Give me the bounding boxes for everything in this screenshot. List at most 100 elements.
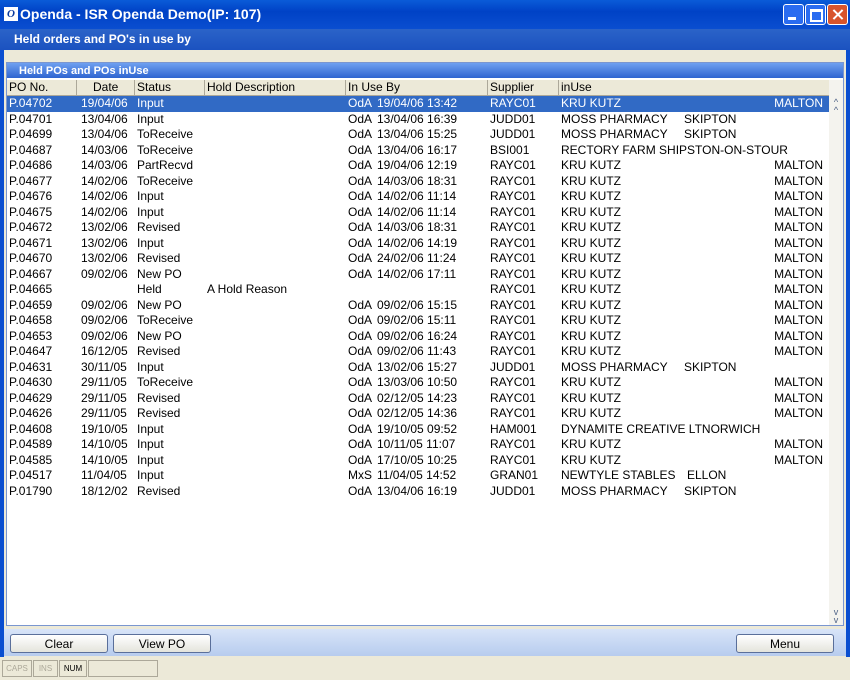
supplier-name-cell: KRU KUTZ bbox=[561, 220, 621, 234]
po-number-cell: P.04675 bbox=[9, 204, 53, 219]
supplier-town-cell: MALTON bbox=[774, 204, 823, 219]
column-header-in-use-by[interactable]: In Use By bbox=[346, 80, 488, 95]
status-cell: Input bbox=[137, 359, 164, 374]
table-row[interactable]: P.04677 14/02/06 ToReceive OdA 14/03/06 18:3… bbox=[7, 174, 829, 190]
table-row[interactable]: P.04589 14/10/05 Input OdA 10/11/05 11:07 RAY… bbox=[7, 437, 829, 453]
supplier-name-cell: RECTORY FARM SHIPSTON-ON-STOUR bbox=[561, 142, 788, 157]
column-header-hold-description[interactable]: Hold Description bbox=[205, 80, 346, 95]
supplier-name-cell: KRU KUTZ bbox=[561, 390, 621, 405]
in-use-time-cell: 14/02/06 11:14 bbox=[377, 189, 457, 203]
table-row[interactable]: P.04670 13/02/06 Revised OdA 24/02/06 11:24 R… bbox=[7, 251, 829, 267]
status-cell: New PO bbox=[137, 266, 182, 281]
supplier-name-cell: MOSS PHARMACY bbox=[561, 359, 668, 374]
date-cell: 13/04/06 bbox=[81, 111, 128, 126]
in-use-time-cell: 09/02/06 11:43 bbox=[377, 344, 457, 358]
table-row[interactable]: P.04672 13/02/06 Revised OdA 14/03/06 18:31 R… bbox=[7, 220, 829, 236]
supplier-town-cell: MALTON bbox=[774, 452, 823, 467]
table-row[interactable]: P.04629 29/11/05 Revised OdA 02/12/05 14:23 R… bbox=[7, 391, 829, 407]
po-number-cell: P.04659 bbox=[9, 297, 53, 312]
supplier-town-cell: MALTON bbox=[774, 328, 823, 343]
table-row[interactable]: P.04626 29/11/05 Revised OdA 02/12/05 14:36 R… bbox=[7, 406, 829, 422]
clear-button[interactable]: Clear bbox=[10, 634, 108, 653]
scroll-up-icon[interactable]: ^ ^ bbox=[830, 98, 842, 115]
column-header-inuse[interactable]: inUse bbox=[559, 80, 829, 95]
in-use-user-cell: OdA bbox=[348, 359, 373, 374]
po-number-cell: P.04687 bbox=[9, 142, 53, 157]
vertical-scrollbar[interactable]: ^ ^ vv bbox=[829, 80, 843, 625]
in-use-time-cell: 11/04/05 14:52 bbox=[377, 468, 457, 482]
table-row[interactable]: P.04608 19/10/05 Input OdA 19/10/05 09:52 HAM… bbox=[7, 422, 829, 438]
supplier-cell: RAYC01 bbox=[490, 189, 536, 203]
panel-title: Held POs and POs inUse bbox=[7, 63, 843, 78]
supplier-cell: RAYC01 bbox=[490, 313, 536, 327]
supplier-town-cell: MALTON bbox=[774, 235, 823, 250]
in-use-user-cell: OdA bbox=[348, 406, 373, 420]
po-number-cell: P.04665 bbox=[9, 282, 53, 296]
table-row[interactable]: P.01790 18/12/02 Revised OdA 13/04/06 16:19 J… bbox=[7, 484, 829, 500]
in-use-user-cell: OdA bbox=[348, 111, 373, 126]
in-use-time-cell: 13/02/06 15:27 bbox=[377, 359, 458, 374]
supplier-cell: RAYC01 bbox=[490, 235, 536, 250]
table-row[interactable]: P.04687 14/03/06 ToReceive OdA 13/04/06 16:1… bbox=[7, 143, 829, 159]
supplier-cell: RAYC01 bbox=[490, 406, 536, 420]
supplier-town-cell: MALTON bbox=[774, 96, 823, 110]
table-row[interactable]: P.04517 11/04/05 Input MxS 11/04/05 14:52 GRA… bbox=[7, 468, 829, 484]
table-row[interactable]: P.04701 13/04/06 Input OdA 13/04/06 16:39 JUD… bbox=[7, 112, 829, 128]
table-row[interactable]: P.04647 16/12/05 Revised OdA 09/02/06 11:43 R… bbox=[7, 344, 829, 360]
in-use-time-cell: 13/03/06 10:50 bbox=[377, 375, 458, 389]
supplier-town-cell: MALTON bbox=[774, 173, 823, 188]
supplier-cell: RAYC01 bbox=[490, 328, 536, 343]
supplier-town-cell: MALTON bbox=[774, 437, 823, 451]
in-use-user-cell: OdA bbox=[348, 421, 373, 436]
date-cell: 16/12/05 bbox=[81, 344, 128, 358]
table-row[interactable]: P.04630 29/11/05 ToReceive OdA 13/03/06 10:5… bbox=[7, 375, 829, 391]
status-cell: Revised bbox=[137, 483, 181, 498]
maximize-button[interactable] bbox=[805, 4, 826, 25]
in-use-time-cell: 19/10/05 09:52 bbox=[377, 421, 458, 436]
table-row[interactable]: P.04702 19/04/06 Input OdA 19/04/06 13:42 RAY… bbox=[7, 96, 829, 112]
in-use-user-cell: OdA bbox=[348, 220, 373, 234]
status-field bbox=[88, 660, 158, 677]
column-header-status[interactable]: Status bbox=[135, 80, 205, 95]
status-cell: ToReceive bbox=[137, 313, 194, 327]
close-button[interactable] bbox=[827, 4, 848, 25]
po-number-cell: P.04671 bbox=[9, 235, 53, 250]
table-row[interactable]: P.04686 14/03/06 PartRecvd OdA 19/04/06 12:1… bbox=[7, 158, 829, 174]
supplier-town-cell: MALTON bbox=[774, 189, 823, 203]
table-row[interactable]: P.04665 Held A Hold Reason RAYC01 KRU KUTZ MA… bbox=[7, 282, 829, 298]
app-icon: O bbox=[4, 7, 18, 21]
in-use-time-cell: 13/04/06 16:17 bbox=[377, 142, 458, 157]
supplier-town-cell: ELLON bbox=[687, 468, 727, 482]
table-row[interactable]: P.04585 14/10/05 Input OdA 17/10/05 10:25 RAY… bbox=[7, 453, 829, 469]
column-header-supplier[interactable]: Supplier bbox=[488, 80, 559, 95]
table-row[interactable]: P.04631 30/11/05 Input OdA 13/02/06 15:27 JUD… bbox=[7, 360, 829, 376]
column-header-date[interactable]: Date bbox=[77, 80, 135, 95]
table-row[interactable]: P.04676 14/02/06 Input OdA 14/02/06 11:14 RAY… bbox=[7, 189, 829, 205]
table-row[interactable]: P.04667 09/02/06 New PO OdA 14/02/06 17:11 RA… bbox=[7, 267, 829, 283]
in-use-user-cell: OdA bbox=[348, 375, 373, 389]
table-row[interactable]: P.04658 09/02/06 ToReceive OdA 09/02/06 15:1… bbox=[7, 313, 829, 329]
column-header-row: PO No. Date Status Hold Description In U… bbox=[7, 80, 829, 96]
in-use-time-cell: 17/10/05 10:25 bbox=[377, 452, 458, 467]
supplier-cell: RAYC01 bbox=[490, 390, 536, 405]
table-row[interactable]: P.04699 13/04/06 ToReceive OdA 13/04/06 15:2… bbox=[7, 127, 829, 143]
in-use-time-cell: 02/12/05 14:23 bbox=[377, 390, 458, 405]
date-cell: 09/02/06 bbox=[81, 297, 128, 312]
column-header-po-no[interactable]: PO No. bbox=[7, 80, 77, 95]
scroll-down-icon[interactable]: vv bbox=[830, 608, 842, 625]
supplier-cell: RAYC01 bbox=[490, 452, 536, 467]
table-row[interactable]: P.04671 13/02/06 Input OdA 14/02/06 14:19 RAY… bbox=[7, 236, 829, 252]
view-po-button[interactable]: View PO bbox=[113, 634, 211, 653]
in-use-time-cell: 14/03/06 18:31 bbox=[377, 173, 458, 188]
menu-button[interactable]: Menu bbox=[736, 634, 834, 653]
table-row[interactable]: P.04659 09/02/06 New PO OdA 09/02/06 15:15 RA… bbox=[7, 298, 829, 314]
minimize-button[interactable] bbox=[783, 4, 804, 25]
table-row[interactable]: P.04675 14/02/06 Input OdA 14/02/06 11:14 RAY… bbox=[7, 205, 829, 221]
po-number-cell: P.04647 bbox=[9, 344, 53, 358]
supplier-town-cell: MALTON bbox=[774, 266, 823, 281]
in-use-user-cell: OdA bbox=[348, 96, 373, 110]
date-cell: 14/03/06 bbox=[81, 142, 128, 157]
in-use-user-cell: OdA bbox=[348, 437, 373, 451]
status-cell: ToReceive bbox=[137, 142, 194, 157]
table-row[interactable]: P.04653 09/02/06 New PO OdA 09/02/06 16:24 RA… bbox=[7, 329, 829, 345]
